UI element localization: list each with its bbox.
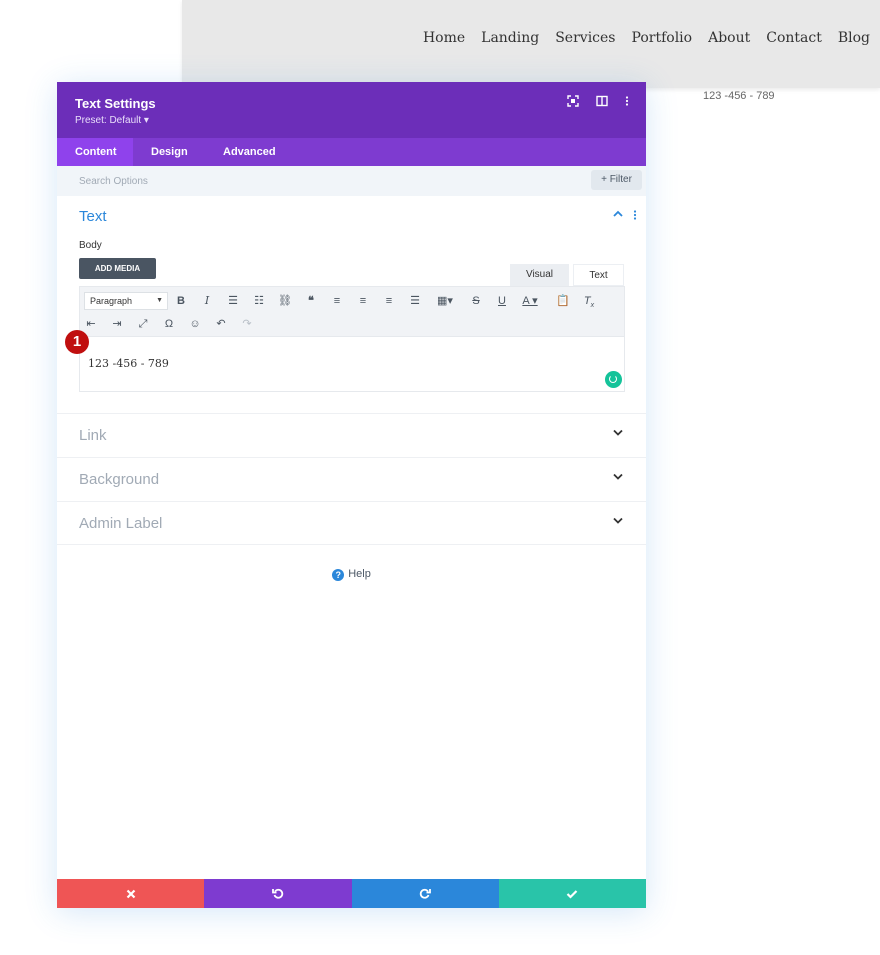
cancel-button[interactable]: [57, 879, 205, 908]
nav-services[interactable]: Services: [555, 30, 615, 46]
indent-icon[interactable]: ⇥: [108, 315, 126, 333]
modal-header: Text Settings Preset: Default ▾: [57, 82, 646, 138]
outdent-icon[interactable]: ⇤: [82, 315, 100, 333]
paste-icon[interactable]: 📋: [554, 292, 572, 310]
chevron-down-icon: [613, 516, 623, 526]
site-phone-text: 123 -456 - 789: [703, 90, 775, 102]
text-section-title[interactable]: Text: [79, 208, 107, 225]
text-settings-modal: Text Settings Preset: Default ▾ Content …: [57, 82, 646, 908]
site-nav: Home Landing Services Portfolio About Co…: [423, 30, 870, 46]
section-link[interactable]: Link: [57, 413, 646, 457]
grammarly-icon[interactable]: [605, 371, 622, 388]
section-admin-label[interactable]: Admin Label: [57, 501, 646, 545]
chevron-down-icon: [613, 472, 623, 482]
help-icon: ?: [332, 569, 345, 581]
redo-button[interactable]: [351, 879, 499, 908]
step-badge: 1: [65, 330, 89, 354]
nav-portfolio[interactable]: Portfolio: [631, 30, 692, 46]
undo-icon: [271, 888, 284, 899]
bold-icon[interactable]: B: [172, 292, 190, 310]
nav-landing[interactable]: Landing: [481, 30, 539, 46]
special-char-icon[interactable]: Ω: [160, 315, 178, 333]
link-icon[interactable]: ⛓: [276, 292, 294, 310]
body-label: Body: [79, 240, 102, 251]
site-logo-area: [0, 0, 182, 88]
tab-text[interactable]: Text: [573, 264, 624, 286]
emoji-icon[interactable]: ☺: [186, 315, 204, 333]
check-icon: [567, 890, 578, 899]
nav-contact[interactable]: Contact: [766, 30, 822, 46]
chevron-up-icon[interactable]: [613, 210, 623, 221]
chevron-down-icon: [613, 428, 623, 438]
tab-content[interactable]: Content: [57, 138, 133, 166]
modal-footer: [57, 879, 646, 908]
italic-icon[interactable]: I: [198, 292, 216, 310]
nav-about[interactable]: About: [708, 30, 750, 46]
section-background-label: Background: [79, 471, 160, 488]
undo-button[interactable]: [204, 879, 352, 908]
settings-tabs: Content Design Advanced: [57, 138, 646, 166]
bullet-list-icon[interactable]: ☰: [224, 292, 242, 310]
page: Home Landing Services Portfolio About Co…: [0, 0, 880, 955]
numbered-list-icon[interactable]: ☷: [250, 292, 268, 310]
redo-icon[interactable]: ↷: [238, 315, 256, 333]
nav-blog[interactable]: Blog: [838, 30, 870, 46]
help-link[interactable]: ? Help: [57, 568, 646, 581]
underline-icon[interactable]: U: [493, 292, 511, 310]
redo-icon: [419, 888, 432, 899]
align-center-icon[interactable]: ≡: [354, 292, 372, 310]
align-right-icon[interactable]: ≡: [380, 292, 398, 310]
undo-icon[interactable]: ↶: [212, 315, 230, 333]
search-options-input[interactable]: [71, 172, 371, 190]
filter-button[interactable]: + Filter: [591, 170, 642, 190]
tab-advanced[interactable]: Advanced: [205, 138, 294, 166]
modal-title: Text Settings: [75, 96, 156, 111]
blockquote-icon[interactable]: ❝: [302, 292, 320, 310]
preset-dropdown[interactable]: Preset: Default ▾: [75, 115, 149, 126]
section-link-label: Link: [79, 427, 107, 444]
format-select[interactable]: Paragraph ▼: [84, 292, 168, 310]
sidebar-icon[interactable]: [594, 95, 610, 111]
fullscreen-icon[interactable]: ⤢: [134, 315, 152, 333]
clear-format-icon[interactable]: Tx: [580, 292, 598, 310]
section-background[interactable]: Background: [57, 457, 646, 501]
editor-content[interactable]: 123 -456 - 789: [88, 357, 169, 370]
caret-down-icon: ▼: [156, 297, 163, 304]
table-icon[interactable]: ▦▾: [432, 292, 458, 310]
format-select-value: Paragraph: [90, 296, 133, 306]
tab-design[interactable]: Design: [133, 138, 206, 166]
editor-area[interactable]: 123 -456 - 789: [79, 337, 625, 392]
align-left-icon[interactable]: ≡: [328, 292, 346, 310]
justify-icon[interactable]: ☰: [406, 292, 424, 310]
save-button[interactable]: [498, 879, 646, 908]
help-label: Help: [348, 568, 371, 580]
expand-icon[interactable]: [565, 95, 581, 111]
close-icon: [126, 889, 135, 899]
more-icon[interactable]: [619, 95, 635, 111]
section-more-icon[interactable]: [633, 209, 637, 223]
strikethrough-icon[interactable]: S: [467, 292, 485, 310]
nav-home[interactable]: Home: [423, 30, 465, 46]
site-header: Home Landing Services Portfolio About Co…: [182, 0, 880, 88]
search-bar: + Filter: [57, 166, 646, 196]
tab-visual[interactable]: Visual: [510, 264, 569, 286]
text-color-icon[interactable]: A ▾: [517, 292, 543, 310]
add-media-button[interactable]: ADD MEDIA: [79, 258, 156, 279]
editor-toolbar: Paragraph ▼ B I ☰ ☷ ⛓ ❝ ≡ ≡ ≡ ☰ ▦▾ S U A…: [79, 286, 625, 337]
section-admin-label-label: Admin Label: [79, 515, 163, 532]
